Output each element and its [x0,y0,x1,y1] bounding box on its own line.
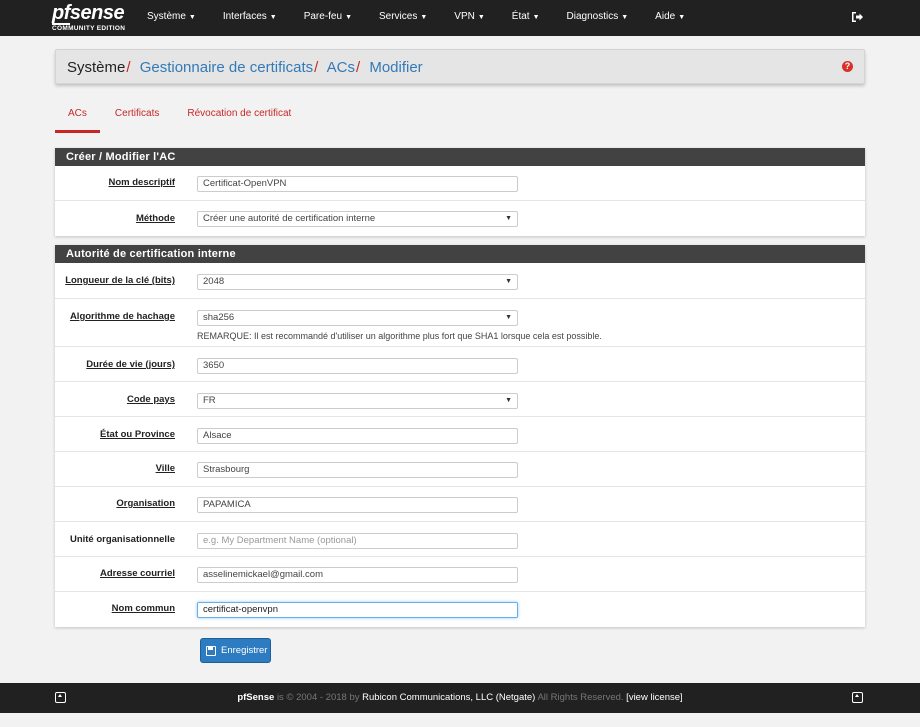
caret-down-icon: ▼ [532,14,540,21]
tab-bar: ACs Certificats Révocation de certificat [55,103,306,133]
panel-create-modify-ca: Créer / Modifier l'AC Nom descriptif Cer… [55,148,865,236]
nav-diagnostics[interactable]: Diagnostics ▼ [567,0,629,36]
breadcrumb: Système/ Gestionnaire de certificats/ AC… [67,59,423,76]
caret-down-icon: ▼ [269,14,277,21]
hash-algorithm-select[interactable]: sha256 ▼ [197,310,518,326]
panel-title: Autorité de certification interne [55,245,865,263]
row-hash-algorithm: Algorithme de hachage sha256 ▼ REMARQUE: … [55,299,865,347]
row-method: Méthode Créer une autorité de certificat… [55,201,865,236]
row-city: Ville Strasbourg [55,452,865,487]
save-button[interactable]: Enregistrer [200,638,271,663]
org-unit-input[interactable]: e.g. My Department Name (optional) [197,533,518,549]
caret-down-icon: ▼ [621,14,629,21]
label-country: Code pays [126,394,175,405]
nav-systeme[interactable]: Système ▼ [147,0,196,36]
label-key-length: Longueur de la clé (bits) [65,275,175,286]
dropdown-arrow-icon: ▼ [505,397,512,404]
label-descriptive-name: Nom descriptif [108,177,175,188]
nav-vpn[interactable]: VPN ▼ [454,0,485,36]
breadcrumb-cert-manager[interactable]: Gestionnaire de certificats [140,59,313,76]
breadcrumb-modifier[interactable]: Modifier [369,59,422,76]
footer: pfSense is © 2004 - 2018 by Rubicon Comm… [0,683,920,713]
breadcrumb-root: Système [67,59,126,76]
row-common-name: Nom commun certificat-openvpn [55,592,865,627]
label-lifetime: Durée de vie (jours) [86,359,175,370]
organization-input[interactable]: PAPAMICA [197,497,518,513]
footer-text: pfSense is © 2004 - 2018 by Rubicon Comm… [237,692,683,703]
nav-aide[interactable]: Aide ▼ [655,0,685,36]
tab-acs[interactable]: ACs [55,103,100,133]
country-select[interactable]: FR ▼ [197,393,518,409]
row-email: Adresse courriel asselinemickael@gmail.c… [55,557,865,592]
state-input[interactable]: Alsace [197,428,518,444]
label-email: Adresse courriel [100,568,175,579]
breadcrumb-panel: Système/ Gestionnaire de certificats/ AC… [55,49,865,84]
key-length-select[interactable]: 2048 ▼ [197,274,518,290]
caret-down-icon: ▼ [678,14,686,21]
caret-down-icon: ▼ [188,14,196,21]
nav-menu: Système ▼ Interfaces ▼ Pare-feu ▼ Services ▼… [147,0,712,36]
label-city: Ville [155,463,175,474]
caret-down-icon: ▼ [345,14,352,21]
up-arrow-square-icon[interactable] [852,692,863,703]
hash-note: REMARQUE: Il est recommandé d'utiliser u… [197,331,602,341]
city-input[interactable]: Strasbourg [197,462,518,478]
panel-title: Créer / Modifier l'AC [55,148,865,166]
top-navbar: pfsense COMMUNITY EDITION Système ▼ Inter… [0,0,920,36]
panel-internal-ca: Autorité de certification interne Longue… [55,245,865,627]
dropdown-arrow-icon: ▼ [505,215,512,222]
logo-edition: COMMUNITY EDITION [52,25,126,32]
common-name-input[interactable]: certificat-openvpn [197,602,518,618]
label-hash-algorithm: Algorithme de hachage [69,311,175,322]
label-organization: Organisation [116,498,175,509]
row-org-unit: Unité organisationnelle e.g. My Departme… [55,522,865,557]
view-license-link[interactable]: view license [629,692,680,703]
dropdown-arrow-icon: ▼ [505,314,512,321]
caret-down-icon: ▼ [477,14,485,21]
label-state: État ou Province [100,429,175,440]
row-lifetime: Durée de vie (jours) 3650 [55,347,865,382]
nav-pare-feu[interactable]: Pare-feu ▼ [304,0,352,36]
lifetime-input[interactable]: 3650 [197,358,518,374]
method-select[interactable]: Créer une autorité de certification inte… [197,211,518,227]
nav-interfaces[interactable]: Interfaces ▼ [223,0,277,36]
breadcrumb-acs[interactable]: ACs [327,59,355,76]
row-country: Code pays FR ▼ [55,382,865,417]
row-descriptive-name: Nom descriptif Certificat-OpenVPN [55,166,865,201]
logo-pf: pf [52,2,70,25]
row-state: État ou Province Alsace [55,417,865,452]
nav-services[interactable]: Services ▼ [379,0,427,36]
save-icon [206,645,216,656]
label-method: Méthode [135,213,175,224]
descriptive-name-input[interactable]: Certificat-OpenVPN [197,176,518,192]
label-common-name: Nom commun [111,603,175,614]
email-input[interactable]: asselinemickael@gmail.com [197,567,518,583]
dropdown-arrow-icon: ▼ [505,278,512,285]
logo-sense: sense [69,2,125,24]
row-key-length: Longueur de la clé (bits) 2048 ▼ [55,263,865,299]
row-organization: Organisation PAPAMICA [55,487,865,522]
pfsense-logo[interactable]: pfsense COMMUNITY EDITION [52,3,130,33]
nav-etat[interactable]: État ▼ [512,0,540,36]
label-org-unit: Unité organisationnelle [69,534,175,545]
caret-down-icon: ▼ [420,14,428,21]
question-circle-icon[interactable]: ? [842,61,853,72]
tab-revocation[interactable]: Révocation de certificat [174,103,304,133]
tab-certificats[interactable]: Certificats [102,103,172,133]
sign-out-icon[interactable] [851,11,863,23]
